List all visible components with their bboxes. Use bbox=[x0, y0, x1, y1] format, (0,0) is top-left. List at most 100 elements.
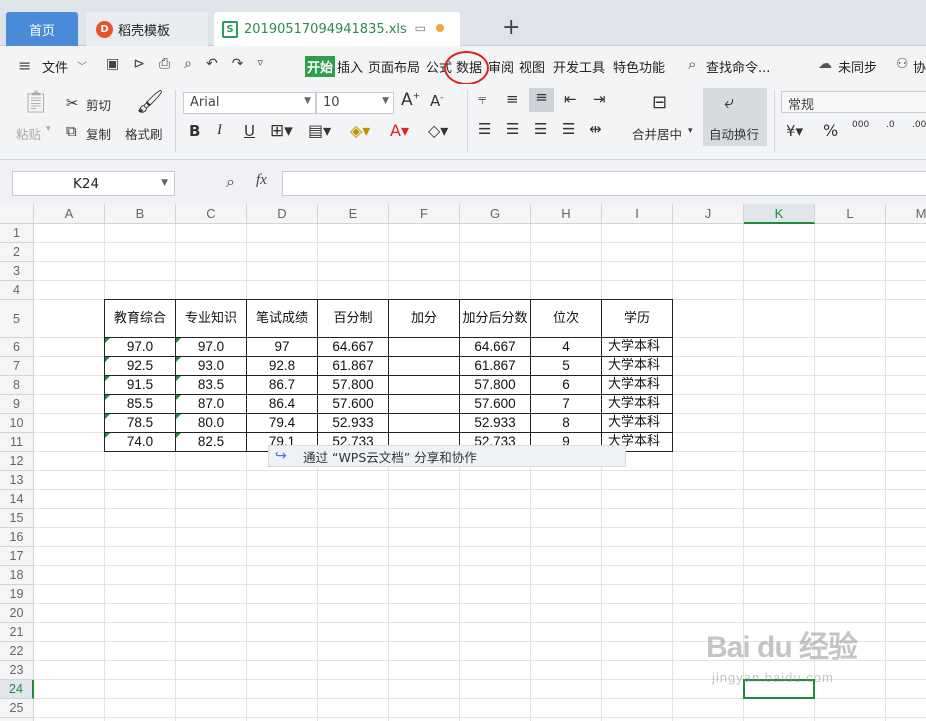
row-header-20[interactable]: 20 bbox=[0, 604, 34, 623]
row-header-6[interactable]: 6 bbox=[0, 338, 34, 357]
distributed-align-icon[interactable]: ⇹ bbox=[589, 120, 602, 138]
row-header-16[interactable]: 16 bbox=[0, 528, 34, 547]
row-header-25[interactable]: 25 bbox=[0, 699, 34, 718]
table-cell[interactable]: 86.7 bbox=[247, 376, 318, 395]
table-cell[interactable]: 78.5 bbox=[105, 414, 176, 433]
menu-page-layout[interactable]: 页面布局 bbox=[368, 57, 420, 76]
row-header-23[interactable]: 23 bbox=[0, 661, 34, 680]
row-header-2[interactable]: 2 bbox=[0, 243, 34, 262]
redo-icon[interactable]: ↷ bbox=[232, 56, 244, 72]
align-bottom-icon[interactable]: ≡ bbox=[529, 88, 554, 112]
table-header-cell[interactable]: 教育综合 bbox=[105, 300, 176, 338]
chevron-down-icon[interactable]: ▾ bbox=[46, 124, 51, 134]
table-header-cell[interactable]: 百分制 bbox=[318, 300, 389, 338]
column-header-l[interactable]: L bbox=[815, 204, 886, 224]
increase-font-icon[interactable]: A+ bbox=[401, 90, 420, 110]
menu-developer[interactable]: 开发工具 bbox=[553, 57, 605, 76]
justify-icon[interactable]: ☰ bbox=[562, 120, 575, 138]
table-cell[interactable] bbox=[389, 338, 460, 357]
column-header-d[interactable]: D bbox=[247, 204, 318, 224]
menu-file[interactable]: 文件 bbox=[42, 57, 68, 76]
menu-home[interactable]: 开始 bbox=[305, 56, 336, 77]
name-box[interactable]: K24 ▼ bbox=[12, 171, 175, 196]
row-header-8[interactable]: 8 bbox=[0, 376, 34, 395]
align-middle-icon[interactable]: ≡ bbox=[506, 90, 519, 108]
table-cell[interactable]: 57.600 bbox=[318, 395, 389, 414]
table-cell[interactable]: 92.5 bbox=[105, 357, 176, 376]
table-cell[interactable]: 91.5 bbox=[105, 376, 176, 395]
number-format-select[interactable]: 常规 bbox=[781, 91, 926, 113]
table-header-cell[interactable]: 加分 bbox=[389, 300, 460, 338]
table-cell[interactable]: 82.5 bbox=[176, 433, 247, 452]
table-cell[interactable]: 83.5 bbox=[176, 376, 247, 395]
italic-button[interactable]: I bbox=[217, 122, 222, 139]
table-cell[interactable]: 5 bbox=[531, 357, 602, 376]
table-cell[interactable]: 97 bbox=[247, 338, 318, 357]
row-header-13[interactable]: 13 bbox=[0, 471, 34, 490]
row-header-14[interactable]: 14 bbox=[0, 490, 34, 509]
table-cell[interactable]: 7 bbox=[531, 395, 602, 414]
undo-icon[interactable]: ↶ bbox=[206, 56, 218, 72]
hamburger-menu-icon[interactable]: ≡ bbox=[18, 56, 31, 75]
menu-review[interactable]: 审阅 bbox=[488, 57, 514, 76]
table-cell[interactable]: 大学本科 bbox=[602, 357, 673, 376]
row-header-18[interactable]: 18 bbox=[0, 566, 34, 585]
paste-button[interactable]: 粘贴 bbox=[16, 124, 41, 143]
cut-button[interactable]: 剪切 bbox=[86, 95, 111, 114]
table-cell[interactable]: 57.600 bbox=[460, 395, 531, 414]
sync-status[interactable]: 未同步 bbox=[838, 57, 877, 76]
font-size-select[interactable]: 10 ▼ bbox=[316, 92, 394, 114]
chevron-down-icon[interactable]: ﹀ bbox=[77, 58, 87, 73]
tab-home[interactable]: 首页 bbox=[6, 12, 78, 46]
column-header-f[interactable]: F bbox=[389, 204, 460, 224]
table-cell[interactable]: 4 bbox=[531, 338, 602, 357]
table-cell[interactable]: 61.867 bbox=[460, 357, 531, 376]
zoom-formula-icon[interactable]: ⌕ bbox=[226, 172, 235, 192]
row-header-7[interactable]: 7 bbox=[0, 357, 34, 376]
table-cell[interactable] bbox=[389, 414, 460, 433]
table-cell[interactable]: 85.5 bbox=[105, 395, 176, 414]
row-header-9[interactable]: 9 bbox=[0, 395, 34, 414]
row-header-3[interactable]: 3 bbox=[0, 262, 34, 281]
row-header-17[interactable]: 17 bbox=[0, 547, 34, 566]
eraser-icon[interactable]: ◇▾ bbox=[428, 121, 448, 140]
table-cell[interactable]: 64.667 bbox=[318, 338, 389, 357]
row-header-11[interactable]: 11 bbox=[0, 433, 34, 452]
table-header-cell[interactable]: 位次 bbox=[531, 300, 602, 338]
table-cell[interactable]: 74.0 bbox=[105, 433, 176, 452]
paste-icon[interactable]: 📋︎ bbox=[22, 90, 50, 115]
search-commands[interactable]: 查找命令... bbox=[706, 57, 770, 76]
monitor-icon[interactable]: ▭ bbox=[415, 21, 426, 35]
align-right-icon[interactable]: ☰ bbox=[534, 120, 547, 138]
column-header-g[interactable]: G bbox=[460, 204, 531, 224]
align-center-icon[interactable]: ☰ bbox=[506, 120, 519, 138]
table-cell[interactable] bbox=[389, 357, 460, 376]
table-cell[interactable]: 86.4 bbox=[247, 395, 318, 414]
row-header-1[interactable]: 1 bbox=[0, 224, 34, 243]
column-header-c[interactable]: C bbox=[176, 204, 247, 224]
table-header-cell[interactable]: 专业知识 bbox=[176, 300, 247, 338]
row-header-19[interactable]: 19 bbox=[0, 585, 34, 604]
collaborate-button[interactable]: 协 bbox=[913, 57, 926, 76]
table-cell[interactable]: 79.4 bbox=[247, 414, 318, 433]
row-header-24[interactable]: 24 bbox=[0, 680, 34, 699]
decrease-indent-icon[interactable]: ⇤ bbox=[564, 90, 577, 108]
currency-icon[interactable]: ¥▾ bbox=[786, 122, 803, 140]
increase-decimal-button[interactable]: .0 bbox=[886, 120, 895, 130]
save-icon[interactable]: ▣ bbox=[106, 56, 119, 72]
thousands-separator-button[interactable]: 000 bbox=[852, 120, 869, 130]
select-all-corner[interactable] bbox=[0, 204, 34, 224]
chevron-down-icon[interactable]: ▾ bbox=[688, 126, 693, 136]
export-icon[interactable]: ⊳ bbox=[133, 56, 145, 72]
table-cell[interactable]: 64.667 bbox=[460, 338, 531, 357]
table-cell[interactable] bbox=[389, 395, 460, 414]
table-cell[interactable]: 57.800 bbox=[460, 376, 531, 395]
increase-indent-icon[interactable]: ⇥ bbox=[593, 90, 606, 108]
print-preview-icon[interactable]: ⌕ bbox=[184, 56, 192, 72]
fill-color-icon[interactable]: ◈▾ bbox=[350, 121, 370, 140]
table-cell[interactable]: 61.867 bbox=[318, 357, 389, 376]
table-cell[interactable]: 52.933 bbox=[318, 414, 389, 433]
column-header-a[interactable]: A bbox=[34, 204, 105, 224]
table-header-cell[interactable]: 学历 bbox=[602, 300, 673, 338]
table-cell[interactable]: 52.933 bbox=[460, 414, 531, 433]
